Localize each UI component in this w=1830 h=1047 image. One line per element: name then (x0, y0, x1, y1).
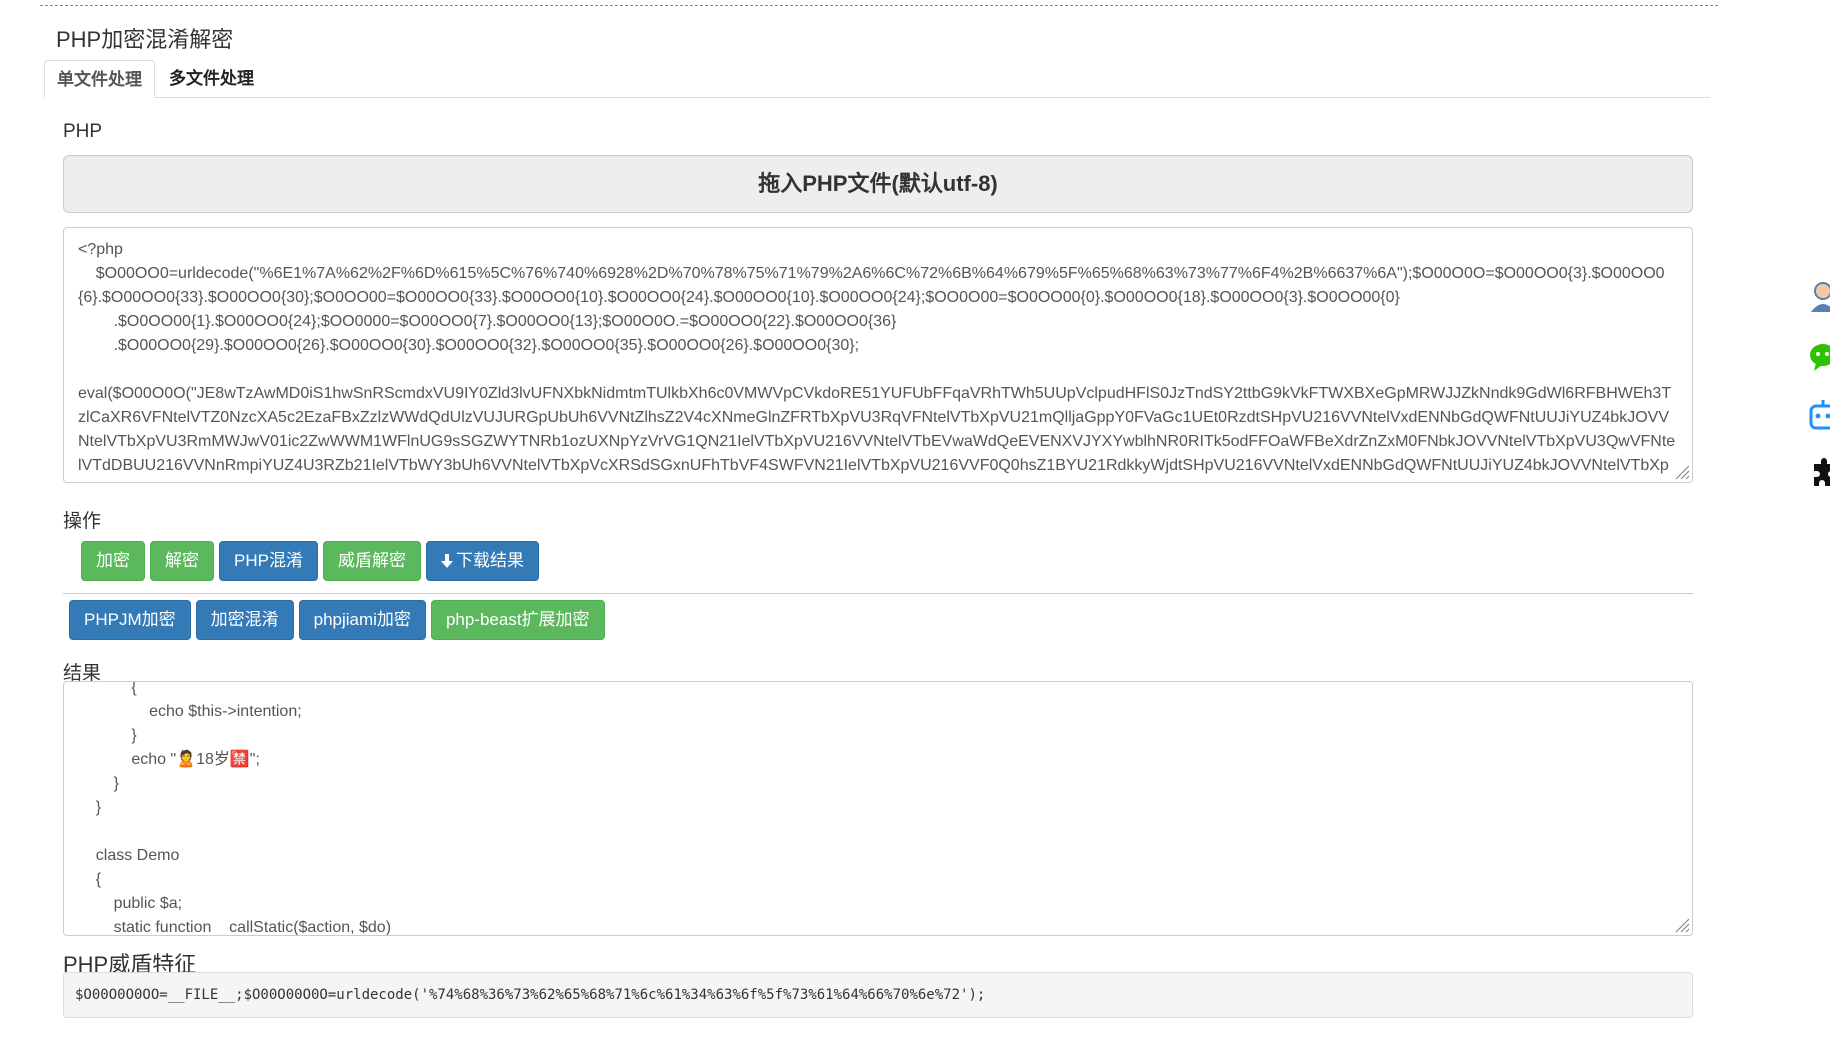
file-drop-zone[interactable]: 拖入PHP文件(默认utf-8) (63, 155, 1693, 213)
result-textarea[interactable]: { echo $this->intention; } echo "🙎18岁🈲";… (63, 681, 1693, 936)
wechat-icon[interactable] (1808, 340, 1830, 374)
operations-divider (63, 593, 1693, 594)
encrypt-button[interactable]: 加密 (81, 541, 145, 581)
php-source-textarea[interactable]: <?php $O00OO0=urldecode("%6E1%7A%62%2F%6… (63, 227, 1693, 483)
tab-single-file[interactable]: 单文件处理 (44, 60, 155, 98)
download-result-label: 下载结果 (455, 551, 524, 570)
plugin-icon[interactable] (1808, 456, 1830, 490)
phpjiami-encrypt-button[interactable]: phpjiami加密 (298, 600, 426, 640)
page-title: PHP加密混淆解密 (56, 27, 234, 52)
user-icon[interactable] (1808, 280, 1830, 314)
decrypt-button[interactable]: 解密 (150, 541, 214, 581)
resize-handle-icon[interactable] (1672, 462, 1690, 480)
php-beast-encrypt-button[interactable]: php-beast扩展加密 (430, 600, 605, 640)
php-label: PHP (63, 121, 103, 142)
feature-code: $O00O0O0OO=__FILE__;$O00O00O0O=urldecode… (63, 972, 1693, 1018)
operations-row-1: 加密 解密 PHP混淆 威盾解密 下载结果 (81, 541, 544, 581)
encrypt-obfuscate-button[interactable]: 加密混淆 (195, 600, 294, 640)
tab-bar: 单文件处理 多文件处理 (44, 60, 1710, 98)
php-source-code: <?php $O00OO0=urldecode("%6E1%7A%62%2F%6… (78, 241, 1676, 482)
phpjm-encrypt-button[interactable]: PHPJM加密 (69, 600, 191, 640)
weidun-decrypt-button[interactable]: 威盾解密 (322, 541, 421, 581)
operations-row-2: PHPJM加密 加密混淆 phpjiami加密 php-beast扩展加密 (69, 600, 610, 640)
robot-icon[interactable] (1808, 398, 1830, 432)
tab-multi-file[interactable]: 多文件处理 (157, 60, 266, 96)
operations-label: 操作 (63, 511, 102, 532)
result-code: { echo $this->intention; } echo "🙎18岁🈲";… (95, 681, 392, 936)
download-result-button[interactable]: 下载结果 (425, 541, 539, 581)
resize-handle-icon[interactable] (1672, 915, 1690, 933)
download-icon (440, 554, 453, 568)
php-obfuscate-button[interactable]: PHP混淆 (219, 541, 318, 581)
top-dashed-border (40, 5, 1718, 6)
